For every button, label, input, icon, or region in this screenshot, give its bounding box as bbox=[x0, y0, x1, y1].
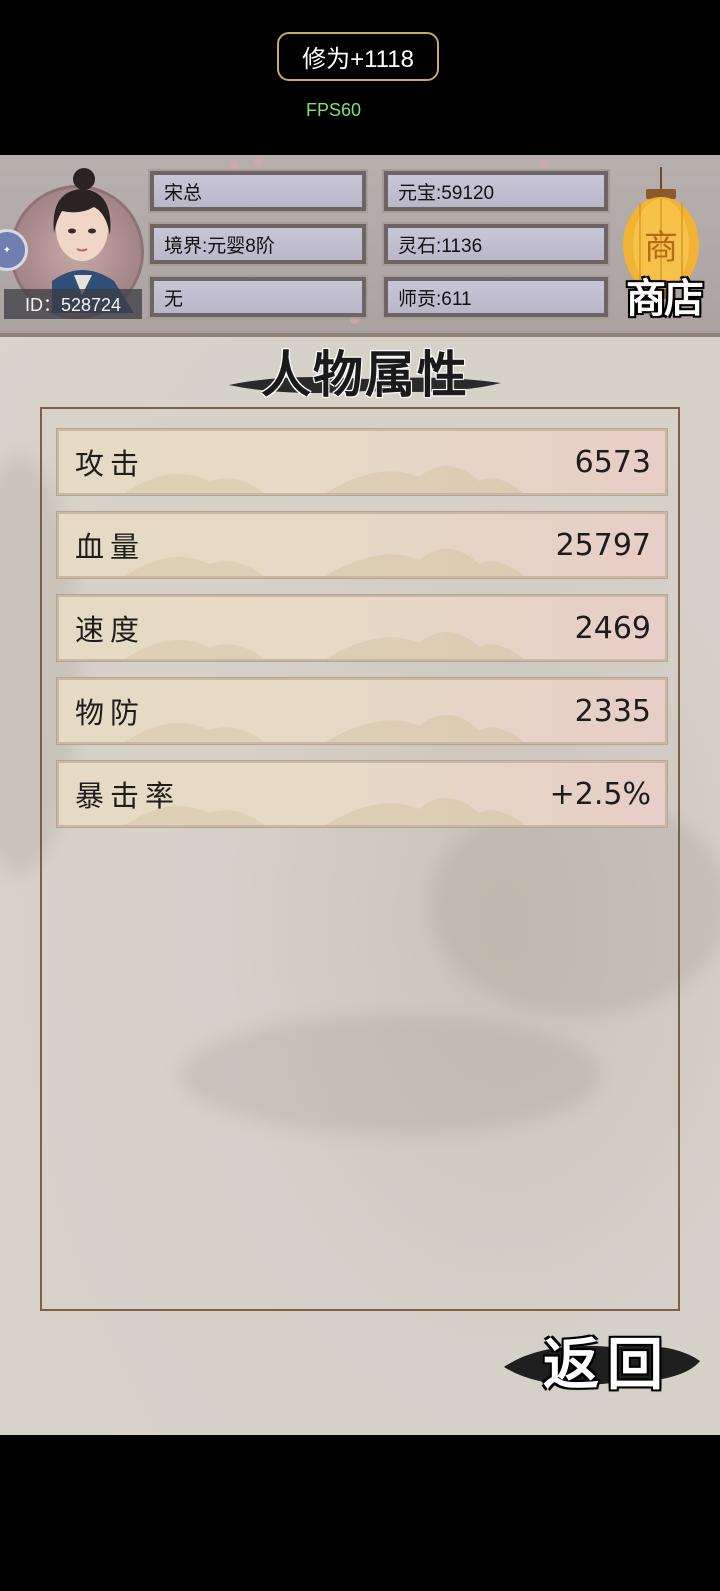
back-button[interactable]: 返回 bbox=[502, 1315, 702, 1405]
status-area: 修为+1118 FPS60 bbox=[0, 0, 720, 155]
shop-button[interactable]: 商店 bbox=[614, 267, 714, 323]
spirit-stone-currency: 灵石:1136 bbox=[382, 222, 610, 266]
stat-label: 物防 bbox=[75, 696, 146, 730]
cultivation-badge: 修为+1118 bbox=[277, 32, 439, 81]
player-realm: 境界:元婴8阶 bbox=[148, 222, 368, 266]
bottom-bar bbox=[0, 1435, 720, 1591]
blossom-decoration bbox=[540, 159, 549, 168]
player-id: ID：528724 bbox=[4, 289, 142, 319]
player-header: ✦ ID：528724 宋总 境界:元婴8阶 无 元宝:59120 灵石:113… bbox=[0, 155, 720, 337]
stat-row-attack: 攻击 6573 bbox=[56, 428, 668, 496]
stat-label: 攻击 bbox=[75, 447, 146, 481]
page-title-area: 人物属性 bbox=[225, 333, 505, 409]
player-name: 宋总 bbox=[148, 169, 368, 213]
stat-row-speed: 速度 2469 bbox=[56, 594, 668, 662]
stat-value: 25797 bbox=[555, 527, 651, 563]
game-screen: ✦ ID：528724 宋总 境界:元婴8阶 无 元宝:59120 灵石:113… bbox=[0, 155, 720, 1435]
yuanbao-currency: 元宝:59120 bbox=[382, 169, 610, 213]
blossom-decoration bbox=[230, 161, 239, 170]
stat-label: 暴击率 bbox=[75, 779, 181, 813]
stat-row-crit-rate: 暴击率 +2.5% bbox=[56, 760, 668, 828]
page-title: 人物属性 bbox=[261, 345, 469, 404]
stat-row-defense: 物防 2335 bbox=[56, 677, 668, 745]
stat-value: 6573 bbox=[574, 444, 651, 480]
stat-value: 2335 bbox=[574, 693, 651, 729]
stat-label: 血量 bbox=[75, 530, 146, 564]
back-button-label: 返回 bbox=[543, 1331, 671, 1398]
contribution-currency: 师贡:611 bbox=[382, 275, 610, 319]
stat-value: 2469 bbox=[574, 610, 651, 646]
svg-text:商: 商 bbox=[644, 228, 678, 268]
stat-value: +2.5% bbox=[549, 776, 651, 812]
player-sect: 无 bbox=[148, 275, 368, 319]
stat-row-hp: 血量 25797 bbox=[56, 511, 668, 579]
blossom-decoration bbox=[254, 157, 263, 166]
stat-label: 速度 bbox=[75, 613, 146, 647]
stats-panel: 攻击 6573 血量 25797 速度 2469 物防 2335 暴击率 +2.… bbox=[40, 407, 680, 1311]
fps-counter: FPS60 bbox=[306, 100, 362, 120]
